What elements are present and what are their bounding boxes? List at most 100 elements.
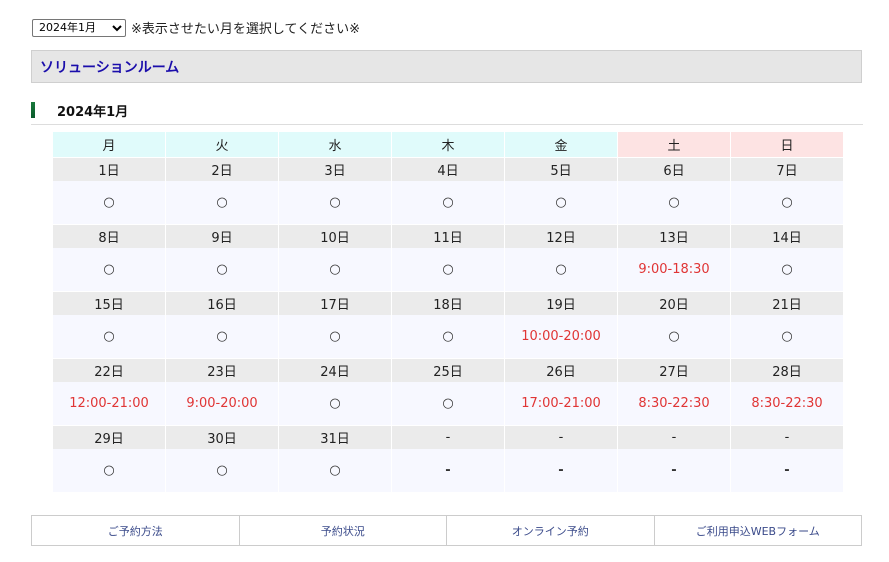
date-cell: 5日 xyxy=(505,157,617,181)
availability-open: ○ xyxy=(731,181,843,224)
availability-timeslot: 9:00-20:00 xyxy=(166,382,278,425)
weekday-thu: 木 xyxy=(392,132,504,157)
footer-nav: ご予約方法 予約状況 オンライン予約 ご利用申込WEBフォーム xyxy=(31,515,862,546)
availability-open: ○ xyxy=(731,248,843,291)
availability-none: - xyxy=(505,449,617,492)
availability-timeslot: 10:00-20:00 xyxy=(505,315,617,358)
weekday-header-row: 月 火 水 木 金 土 日 xyxy=(53,132,843,157)
date-cell: 27日 xyxy=(618,358,730,382)
date-row: 1日 2日 3日 4日 5日 6日 7日 xyxy=(53,157,843,181)
availability-none: - xyxy=(392,449,504,492)
date-cell: 19日 xyxy=(505,291,617,315)
availability-row: ○ ○ ○ ○ ○ 9:00-18:30 ○ xyxy=(53,248,843,291)
footer-link-web-form[interactable]: ご利用申込WEBフォーム xyxy=(653,516,862,545)
availability-open: ○ xyxy=(166,181,278,224)
calendar-month-title: 2024年1月 xyxy=(57,104,129,120)
date-cell: 3日 xyxy=(279,157,391,181)
availability-row: ○ ○ ○ - - - - xyxy=(53,449,843,492)
heading-accent-bar xyxy=(31,102,35,118)
date-cell: 7日 xyxy=(731,157,843,181)
availability-open: ○ xyxy=(731,315,843,358)
date-cell: 2日 xyxy=(166,157,278,181)
date-cell: 12日 xyxy=(505,224,617,248)
availability-open: ○ xyxy=(53,315,165,358)
calendar-heading: 2024年1月 xyxy=(31,96,863,125)
date-cell: 16日 xyxy=(166,291,278,315)
availability-open: ○ xyxy=(53,449,165,492)
availability-open: ○ xyxy=(279,449,391,492)
date-row: 15日 16日 17日 18日 19日 20日 21日 xyxy=(53,291,843,315)
date-cell: 22日 xyxy=(53,358,165,382)
date-cell: - xyxy=(505,425,617,449)
availability-row: 12:00-21:00 9:00-20:00 ○ ○ 17:00-21:00 8:30-2… xyxy=(53,382,843,425)
availability-row: ○ ○ ○ ○ ○ ○ ○ xyxy=(53,181,843,224)
footer-link-online-reservation[interactable]: オンライン予約 xyxy=(446,516,654,545)
date-cell: 18日 xyxy=(392,291,504,315)
date-cell: 21日 xyxy=(731,291,843,315)
availability-open: ○ xyxy=(166,315,278,358)
date-cell: 14日 xyxy=(731,224,843,248)
date-cell: 8日 xyxy=(53,224,165,248)
availability-open: ○ xyxy=(166,248,278,291)
availability-open: ○ xyxy=(53,181,165,224)
date-cell: 17日 xyxy=(279,291,391,315)
weekday-tue: 火 xyxy=(166,132,278,157)
date-cell: 1日 xyxy=(53,157,165,181)
availability-open: ○ xyxy=(279,382,391,425)
date-cell: 26日 xyxy=(505,358,617,382)
date-cell: 11日 xyxy=(392,224,504,248)
availability-open: ○ xyxy=(53,248,165,291)
date-cell: 13日 xyxy=(618,224,730,248)
availability-open: ○ xyxy=(392,315,504,358)
weekday-fri: 金 xyxy=(505,132,617,157)
date-cell: 9日 xyxy=(166,224,278,248)
availability-timeslot: 12:00-21:00 xyxy=(53,382,165,425)
weekday-sun: 日 xyxy=(731,132,843,157)
date-cell: 15日 xyxy=(53,291,165,315)
availability-open: ○ xyxy=(279,315,391,358)
availability-open: ○ xyxy=(392,181,504,224)
date-row: 29日 30日 31日 - - - - xyxy=(53,425,843,449)
date-row: 8日 9日 10日 11日 12日 13日 14日 xyxy=(53,224,843,248)
date-cell: - xyxy=(392,425,504,449)
month-select-row: 2024年1月 ※表示させたい月を選択してください※ xyxy=(32,18,360,37)
footer-link-how-to-reserve[interactable]: ご予約方法 xyxy=(32,516,239,545)
date-cell: 23日 xyxy=(166,358,278,382)
availability-open: ○ xyxy=(279,248,391,291)
date-cell: 29日 xyxy=(53,425,165,449)
date-row: 22日 23日 24日 25日 26日 27日 28日 xyxy=(53,358,843,382)
availability-open: ○ xyxy=(505,181,617,224)
availability-open: ○ xyxy=(392,382,504,425)
date-cell: 10日 xyxy=(279,224,391,248)
date-cell: 6日 xyxy=(618,157,730,181)
availability-timeslot: 8:30-22:30 xyxy=(731,382,843,425)
date-cell: 25日 xyxy=(392,358,504,382)
availability-open: ○ xyxy=(392,248,504,291)
availability-calendar: 月 火 水 木 金 土 日 1日 2日 3日 4日 5日 6日 7日 ○ ○ ○ ○ ○ ○ ○ 8日 9日 1… xyxy=(52,132,844,492)
date-cell: 28日 xyxy=(731,358,843,382)
availability-open: ○ xyxy=(618,181,730,224)
date-cell: - xyxy=(731,425,843,449)
month-select[interactable]: 2024年1月 xyxy=(32,18,126,37)
availability-timeslot: 8:30-22:30 xyxy=(618,382,730,425)
room-title: ソリューションルーム xyxy=(40,59,180,76)
availability-row: ○ ○ ○ ○ 10:00-20:00 ○ ○ xyxy=(53,315,843,358)
availability-timeslot: 9:00-18:30 xyxy=(618,248,730,291)
date-cell: 30日 xyxy=(166,425,278,449)
availability-none: - xyxy=(731,449,843,492)
weekday-sat: 土 xyxy=(618,132,730,157)
availability-open: ○ xyxy=(166,449,278,492)
availability-none: - xyxy=(618,449,730,492)
date-cell: 4日 xyxy=(392,157,504,181)
room-title-bar: ソリューションルーム xyxy=(31,50,862,83)
availability-open: ○ xyxy=(279,181,391,224)
availability-open: ○ xyxy=(505,248,617,291)
availability-timeslot: 17:00-21:00 xyxy=(505,382,617,425)
footer-link-reservation-status[interactable]: 予約状況 xyxy=(238,516,447,545)
month-select-note: ※表示させたい月を選択してください※ xyxy=(131,22,361,37)
date-cell: 24日 xyxy=(279,358,391,382)
date-cell: 20日 xyxy=(618,291,730,315)
weekday-mon: 月 xyxy=(53,132,165,157)
date-cell: - xyxy=(618,425,730,449)
availability-open: ○ xyxy=(618,315,730,358)
